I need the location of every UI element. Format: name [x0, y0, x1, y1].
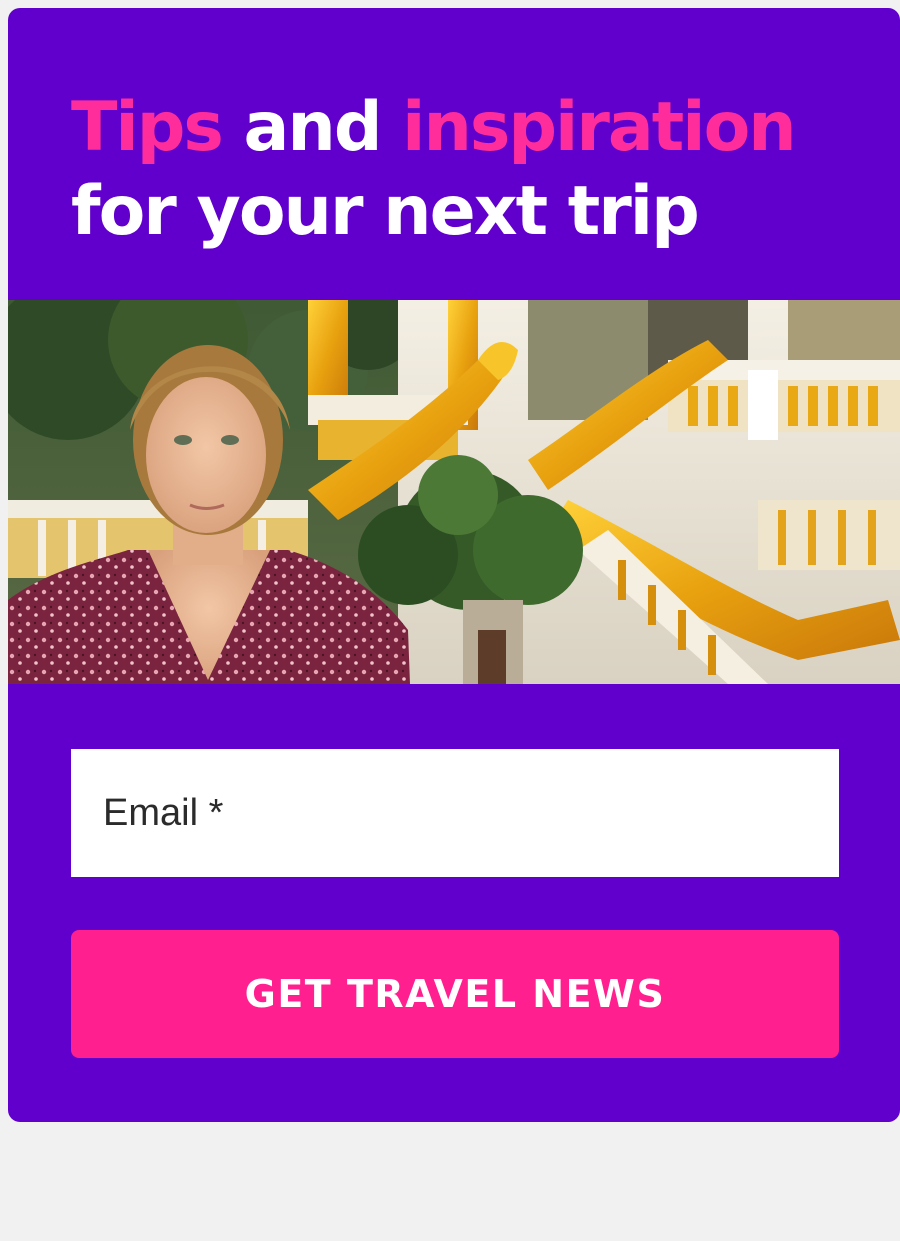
temple-photo-illustration — [8, 300, 900, 684]
get-travel-news-button[interactable]: GET TRAVEL NEWS — [71, 930, 839, 1058]
headline-word-and: and — [221, 88, 403, 167]
newsletter-signup-card: Tips and inspiration for your next trip — [8, 8, 900, 1122]
email-input[interactable] — [71, 749, 839, 877]
hero-image — [8, 300, 900, 684]
headline-line-two: for your next trip — [71, 172, 700, 251]
headline-word-inspiration: inspiration — [402, 88, 797, 167]
headline-word-tips: Tips — [71, 88, 224, 167]
newsletter-headline: Tips and inspiration for your next trip — [71, 86, 797, 254]
